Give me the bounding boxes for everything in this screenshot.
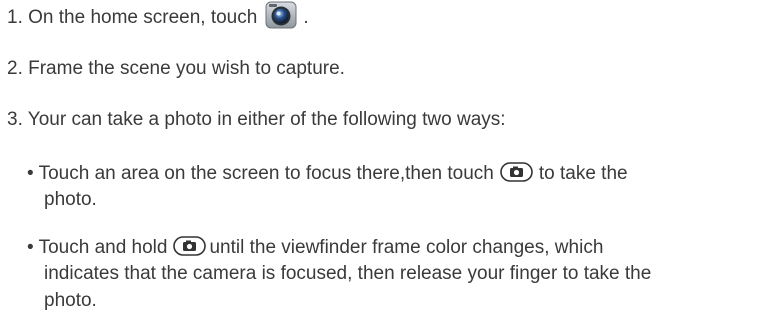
bullet-2: • Touch and hold until the viewfinder fr… [27,235,603,261]
bullet-2-text-after: until the viewfinder frame color changes… [209,237,604,258]
bullet-2-text: • Touch and hold [27,237,168,258]
step-3: 3. Your can take a photo in either of th… [7,109,506,130]
bullet-2-line-2: indicates that the camera is focused, th… [44,263,652,284]
bullet-1-line-2: photo. [44,189,97,210]
shutter-button-icon [500,162,533,182]
step-1-period: . [303,7,309,28]
camera-app-icon [265,1,297,29]
bullet-1: • Touch an area on the screen to focus t… [27,161,628,187]
shutter-button-icon [173,236,207,256]
step-1-text: 1. On the home screen, touch [7,7,258,28]
bullet-1-text: • Touch an area on the screen to focus t… [27,163,494,184]
bullet-1-text-after: to take the [538,163,628,184]
step-2: 2. Frame the scene you wish to capture. [7,58,345,79]
step-1: 1. On the home screen, touch . [7,1,309,31]
bullet-2-line-3: photo. [44,290,97,311]
